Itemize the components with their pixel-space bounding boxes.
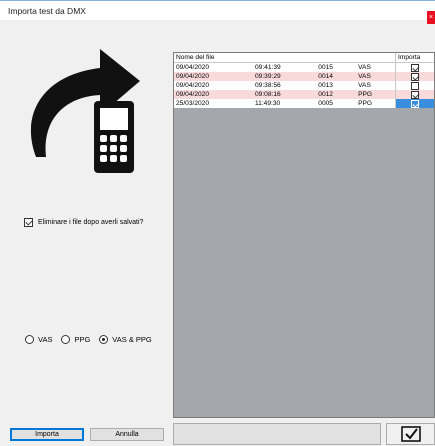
confirm-check-icon: [400, 426, 421, 442]
cell-number: 0013: [316, 81, 357, 90]
cell-number: 0005: [316, 99, 357, 108]
radio-vas-ppg-button[interactable]: [99, 335, 109, 344]
import-device-arrow-icon: [18, 35, 158, 175]
title-bar: Importa test da DMX ×: [0, 0, 435, 24]
radio-vas-ppg[interactable]: VAS & PPG: [99, 335, 152, 344]
radio-ppg-label: PPG: [74, 335, 91, 344]
cell-time: 09:41:39: [252, 62, 317, 72]
cell-number: 0015: [316, 62, 357, 72]
delete-after-save-checkbox[interactable]: [24, 218, 33, 227]
test-type-radio-group: VAS PPG VAS & PPG: [25, 335, 152, 344]
radio-vas-ppg-label: VAS & PPG: [112, 335, 152, 344]
window-title: Importa test da DMX: [8, 6, 86, 16]
cell-type: VAS: [356, 62, 396, 72]
radio-vas-label: VAS: [38, 335, 53, 344]
file-grid[interactable]: Nome del file Importa 09/04/2020 09:41:3…: [173, 52, 435, 418]
cell-time: 09:39:29: [252, 72, 317, 81]
table-row[interactable]: 09/04/2020 09:08:16 0012 PPG: [174, 90, 434, 99]
radio-ppg-button[interactable]: [61, 335, 71, 344]
delete-after-save-option[interactable]: Eliminare i file dopo averli salvati?: [24, 218, 143, 227]
cell-type: VAS: [356, 81, 396, 90]
cell-type: PPG: [356, 99, 396, 108]
radio-vas[interactable]: VAS: [25, 335, 52, 344]
table-row[interactable]: 09/04/2020 09:38:56 0013 VAS: [174, 81, 434, 90]
table-row[interactable]: 09/04/2020 09:39:29 0014 VAS: [174, 72, 434, 81]
column-header-name[interactable]: Nome del file: [174, 53, 396, 63]
table-row[interactable]: 25/03/2020 11:49:30 0005 PPG: [174, 99, 434, 108]
cell-time: 09:08:16: [252, 90, 317, 99]
cell-date: 09/04/2020: [174, 72, 253, 81]
cell-date: 09/04/2020: [174, 62, 253, 72]
cell-time: 11:49:30: [252, 99, 317, 108]
import-button[interactable]: Importa: [10, 428, 84, 441]
table-row[interactable]: 09/04/2020 09:41:39 0015 VAS: [174, 62, 434, 72]
cell-time: 09:38:56: [252, 81, 317, 90]
import-checkbox[interactable]: [411, 90, 419, 99]
cell-date: 09/04/2020: [174, 81, 253, 90]
import-checkbox[interactable]: [411, 81, 419, 90]
status-bar: [173, 423, 381, 445]
confirm-button[interactable]: [386, 423, 435, 445]
cell-date: 09/04/2020: [174, 90, 253, 99]
cell-type: PPG: [356, 90, 396, 99]
cell-number: 0012: [316, 90, 357, 99]
close-button[interactable]: ×: [427, 11, 435, 24]
column-header-import[interactable]: Importa: [395, 53, 434, 63]
radio-ppg[interactable]: PPG: [61, 335, 90, 344]
import-checkbox[interactable]: [411, 63, 419, 72]
cell-type: VAS: [356, 72, 396, 81]
cancel-button[interactable]: Annulla: [90, 428, 164, 441]
radio-vas-button[interactable]: [25, 335, 34, 344]
delete-after-save-label: Eliminare i file dopo averli salvati?: [38, 219, 144, 226]
import-checkbox[interactable]: [411, 72, 419, 81]
import-checkbox[interactable]: [411, 99, 419, 108]
cell-number: 0014: [316, 72, 357, 81]
cell-date: 25/03/2020: [174, 99, 253, 108]
